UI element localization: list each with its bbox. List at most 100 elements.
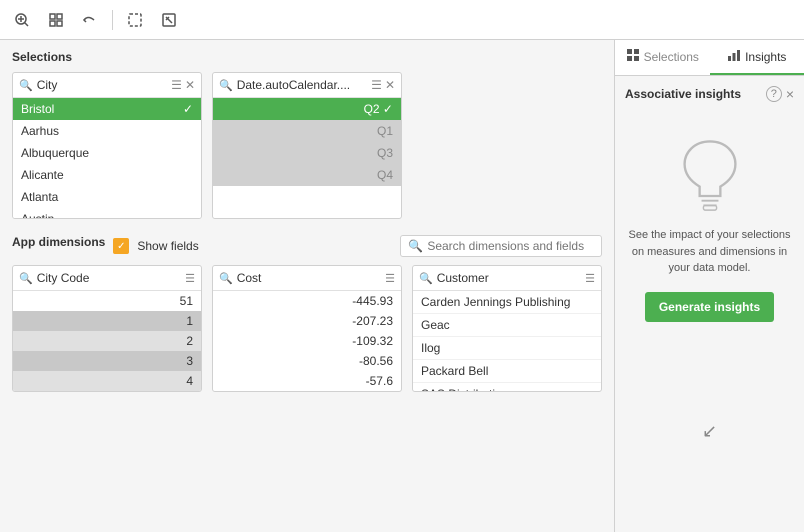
list-item[interactable]: Albuquerque xyxy=(13,142,201,164)
customer-item[interactable]: SAS Distribution xyxy=(413,383,601,391)
lightbulb-icon xyxy=(675,132,745,212)
customer-item[interactable]: Packard Bell xyxy=(413,360,601,383)
cost-card-title: Cost xyxy=(237,271,381,285)
list-item[interactable]: Austin xyxy=(13,208,201,218)
tab-selections[interactable]: Selections xyxy=(615,40,710,75)
city-code-menu-icon[interactable]: ☰ xyxy=(185,272,195,285)
dim-list-item[interactable]: -207.23 xyxy=(213,311,401,331)
undo-button[interactable] xyxy=(76,6,104,34)
toolbar-separator xyxy=(112,10,113,30)
insights-panel: Associative insights ? × Se xyxy=(615,76,804,332)
date-card-body: Q2 ✓ Q1 Q3 Q4 xyxy=(213,98,401,186)
customer-card-title: Customer xyxy=(437,271,581,285)
customer-card-header: 🔍 Customer ☰ xyxy=(413,266,601,291)
dim-list-item[interactable]: 4 xyxy=(13,371,201,391)
list-item[interactable]: Bristol ✓ xyxy=(13,98,201,120)
list-item[interactable]: Alicante xyxy=(13,164,201,186)
customer-menu-icon[interactable]: ☰ xyxy=(585,272,595,285)
zoom-fit-button[interactable] xyxy=(42,6,70,34)
customer-rows: Carden Jennings Publishing Geac Ilog Pac… xyxy=(413,291,601,391)
insights-tab-icon xyxy=(727,48,741,65)
dim-list-item[interactable]: 51 xyxy=(13,291,201,311)
date-list-item[interactable]: Q1 xyxy=(213,120,401,142)
dimensions-search-bar[interactable]: 🔍 xyxy=(400,235,602,257)
dim-list-item[interactable]: -57.6 xyxy=(213,371,401,391)
cursor-icon: ↙ xyxy=(702,421,717,442)
date-card-icons: ☰ ✕ xyxy=(371,79,395,91)
cursor-area: ↙ xyxy=(615,332,804,532)
show-fields-label: Show fields xyxy=(137,239,198,253)
selections-title: Selections xyxy=(12,50,602,64)
city-code-card: 🔍 City Code ☰ 51 1 2 3 4 5 xyxy=(12,265,202,392)
dimension-cards: 🔍 City Code ☰ 51 1 2 3 4 5 xyxy=(12,265,602,392)
customer-item[interactable]: Ilog xyxy=(413,337,601,360)
insights-actions: ? × xyxy=(766,86,794,102)
app-dimensions-header: App dimensions ✓ Show fields 🔍 xyxy=(12,235,602,257)
customer-item[interactable]: Carden Jennings Publishing xyxy=(413,291,601,314)
magic-wand-button[interactable] xyxy=(155,6,183,34)
right-tabs: Selections Insights xyxy=(615,40,804,76)
dim-list-item[interactable]: 3 xyxy=(13,351,201,371)
insights-help-button[interactable]: ? xyxy=(766,86,782,102)
date-card-title: Date.autoCalendar.... xyxy=(237,78,367,92)
date-list-item[interactable]: Q4 xyxy=(213,164,401,186)
app-dimensions-section: App dimensions ✓ Show fields 🔍 🔍 City Co… xyxy=(0,227,614,398)
insights-description: See the impact of your selections on mea… xyxy=(625,227,794,277)
dim-list-item[interactable]: 2 xyxy=(13,331,201,351)
city-code-card-header: 🔍 City Code ☰ xyxy=(13,266,201,291)
app-dimensions-title: App dimensions xyxy=(12,235,105,249)
city-card-body: Bristol ✓ Aarhus Albuquerque Alicante At… xyxy=(13,98,201,218)
dimensions-search-icon: 🔍 xyxy=(408,239,423,253)
customer-search-icon: 🔍 xyxy=(419,272,433,285)
city-code-card-title: City Code xyxy=(37,271,181,285)
city-search-icon: 🔍 xyxy=(19,79,33,92)
city-code-search-icon: 🔍 xyxy=(19,272,33,285)
selections-section: Selections 🔍 City ☰ ✕ Bristol xyxy=(0,40,614,227)
selections-tab-label: Selections xyxy=(644,50,699,64)
cost-card-header: 🔍 Cost ☰ xyxy=(213,266,401,291)
insights-tab-label: Insights xyxy=(745,50,786,64)
insights-close-button[interactable]: × xyxy=(786,86,794,102)
list-item[interactable]: Aarhus xyxy=(13,120,201,142)
dim-list-item[interactable]: -109.32 xyxy=(213,331,401,351)
cost-search-icon: 🔍 xyxy=(219,272,233,285)
toolbar xyxy=(0,0,804,40)
city-selection-card: 🔍 City ☰ ✕ Bristol ✓ Aarhus Albuq xyxy=(12,72,202,219)
date-card-header: 🔍 Date.autoCalendar.... ☰ ✕ xyxy=(213,73,401,98)
city-list-icon[interactable]: ☰ xyxy=(171,79,182,91)
lasso-button[interactable] xyxy=(121,6,149,34)
dimensions-search-input[interactable] xyxy=(427,239,594,253)
customer-card: 🔍 Customer ☰ Carden Jennings Publishing … xyxy=(412,265,602,392)
date-selection-card: 🔍 Date.autoCalendar.... ☰ ✕ Q2 ✓ Q1 Q3 Q… xyxy=(212,72,402,219)
date-list-item[interactable]: Q2 ✓ xyxy=(213,98,401,120)
right-panel: Selections Insights Associative insights… xyxy=(614,40,804,532)
date-search-icon: 🔍 xyxy=(219,79,233,92)
left-panel: Selections 🔍 City ☰ ✕ Bristol xyxy=(0,40,614,532)
cost-rows: -445.93 -207.23 -109.32 -80.56 -57.6 -46… xyxy=(213,291,401,391)
insights-header: Associative insights ? × xyxy=(625,86,794,102)
city-card-header: 🔍 City ☰ ✕ xyxy=(13,73,201,98)
dim-list-item[interactable]: -80.56 xyxy=(213,351,401,371)
cost-menu-icon[interactable]: ☰ xyxy=(385,272,395,285)
show-fields-checkbox[interactable]: ✓ xyxy=(113,238,129,254)
city-card-icons: ☰ ✕ xyxy=(171,79,195,91)
city-close-icon[interactable]: ✕ xyxy=(185,79,195,91)
city-card-title: City xyxy=(37,78,167,92)
customer-item[interactable]: Geac xyxy=(413,314,601,337)
date-list-item[interactable]: Q3 xyxy=(213,142,401,164)
selections-tab-icon xyxy=(626,48,640,65)
cost-card: 🔍 Cost ☰ -445.93 -207.23 -109.32 -80.56 … xyxy=(212,265,402,392)
tab-insights[interactable]: Insights xyxy=(710,40,804,75)
dim-list-item[interactable]: -445.93 xyxy=(213,291,401,311)
main-layout: Selections 🔍 City ☰ ✕ Bristol xyxy=(0,40,804,532)
date-close-icon[interactable]: ✕ xyxy=(385,79,395,91)
lightbulb-container xyxy=(625,132,794,212)
generate-insights-button[interactable]: Generate insights xyxy=(645,292,774,322)
insights-panel-title: Associative insights xyxy=(625,87,741,101)
date-list-icon[interactable]: ☰ xyxy=(371,79,382,91)
list-item[interactable]: Atlanta xyxy=(13,186,201,208)
zoom-in-button[interactable] xyxy=(8,6,36,34)
city-code-rows: 51 1 2 3 4 5 xyxy=(13,291,201,391)
dim-list-item[interactable]: 1 xyxy=(13,311,201,331)
selection-cards: 🔍 City ☰ ✕ Bristol ✓ Aarhus Albuq xyxy=(12,72,602,219)
